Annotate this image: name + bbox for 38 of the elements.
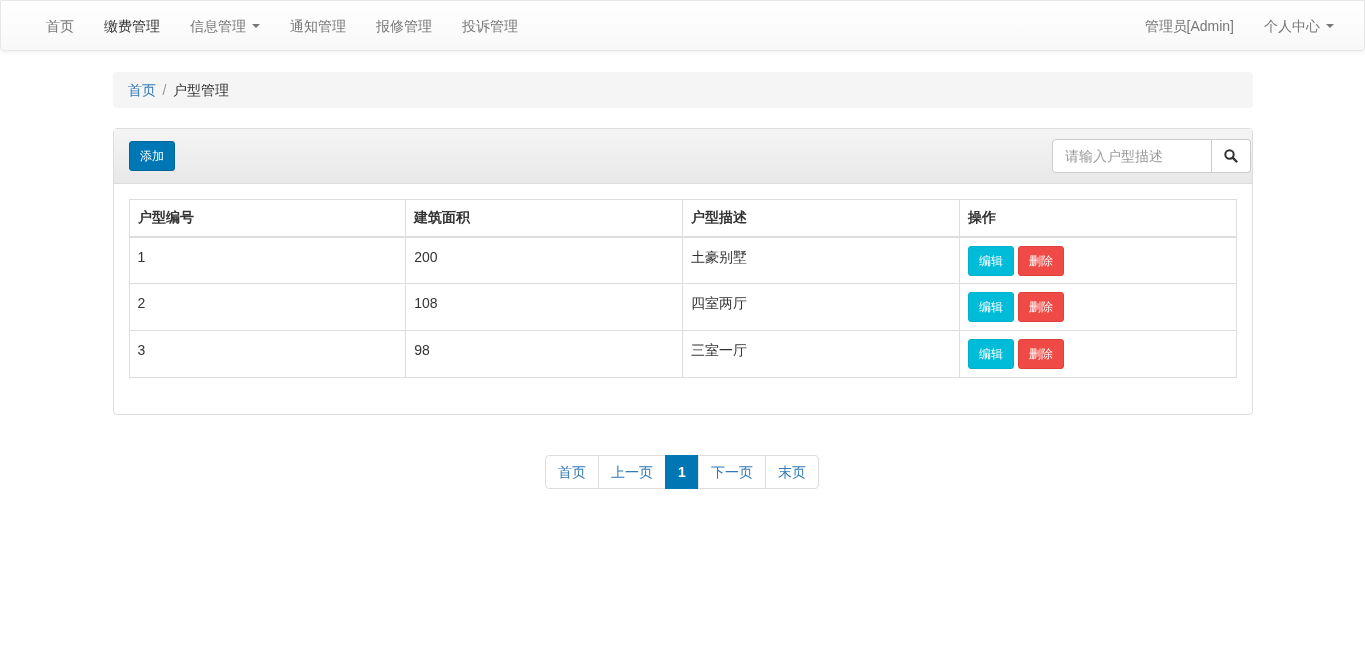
table-cell: 108 [405, 283, 683, 331]
column-header: 建筑面积 [405, 199, 683, 237]
delete-button[interactable]: 删除 [1017, 292, 1064, 322]
nav-item[interactable]: 投诉管理 [447, 0, 533, 51]
caret-icon [1326, 23, 1334, 28]
page-link[interactable]: 下一页 [697, 455, 766, 489]
page-link[interactable]: 上一页 [598, 455, 667, 489]
breadcrumb-separator: / [162, 80, 167, 100]
search-field[interactable]: 请输入户型描述 [1051, 139, 1212, 173]
breadcrumb-link[interactable]: 首页 [127, 79, 156, 101]
table-cell: 三室一厅 [682, 330, 960, 378]
nav-item[interactable]: 缴费管理 [89, 0, 175, 51]
column-header: 操作 [959, 199, 1236, 237]
page-link[interactable]: 首页 [545, 455, 600, 489]
delete-button[interactable]: 删除 [1017, 339, 1064, 369]
nav-item[interactable]: 信息管理 [175, 0, 275, 51]
table-cell: 1 [129, 236, 406, 284]
search-icon [1223, 149, 1238, 163]
search-button[interactable] [1211, 139, 1251, 173]
delete-button[interactable]: 删除 [1017, 245, 1064, 276]
nav-item[interactable]: 报修管理 [361, 0, 447, 51]
nav-item[interactable]: 首页 [31, 0, 89, 51]
table-cell: 98 [405, 330, 683, 378]
table-cell: 200 [405, 236, 683, 284]
table-cell: 3 [129, 330, 406, 378]
add-button[interactable]: 添加 [128, 141, 175, 171]
page-link[interactable]: 1 [665, 455, 699, 489]
page-link[interactable]: 末页 [764, 455, 819, 489]
column-header: 户型描述 [682, 199, 960, 237]
caret-icon [252, 23, 260, 28]
nav-item[interactable]: 管理员[Admin] [1129, 0, 1249, 51]
column-header: 户型编号 [129, 199, 406, 237]
nav-item[interactable]: 通知管理 [275, 0, 361, 51]
table-cell: 四室两厅 [682, 283, 960, 331]
table-cell: 土豪别墅 [682, 236, 960, 284]
nav-item[interactable]: 个人中心 [1249, 0, 1349, 51]
table-cell: 2 [129, 283, 406, 331]
breadcrumb-current: 户型管理 [173, 80, 230, 100]
